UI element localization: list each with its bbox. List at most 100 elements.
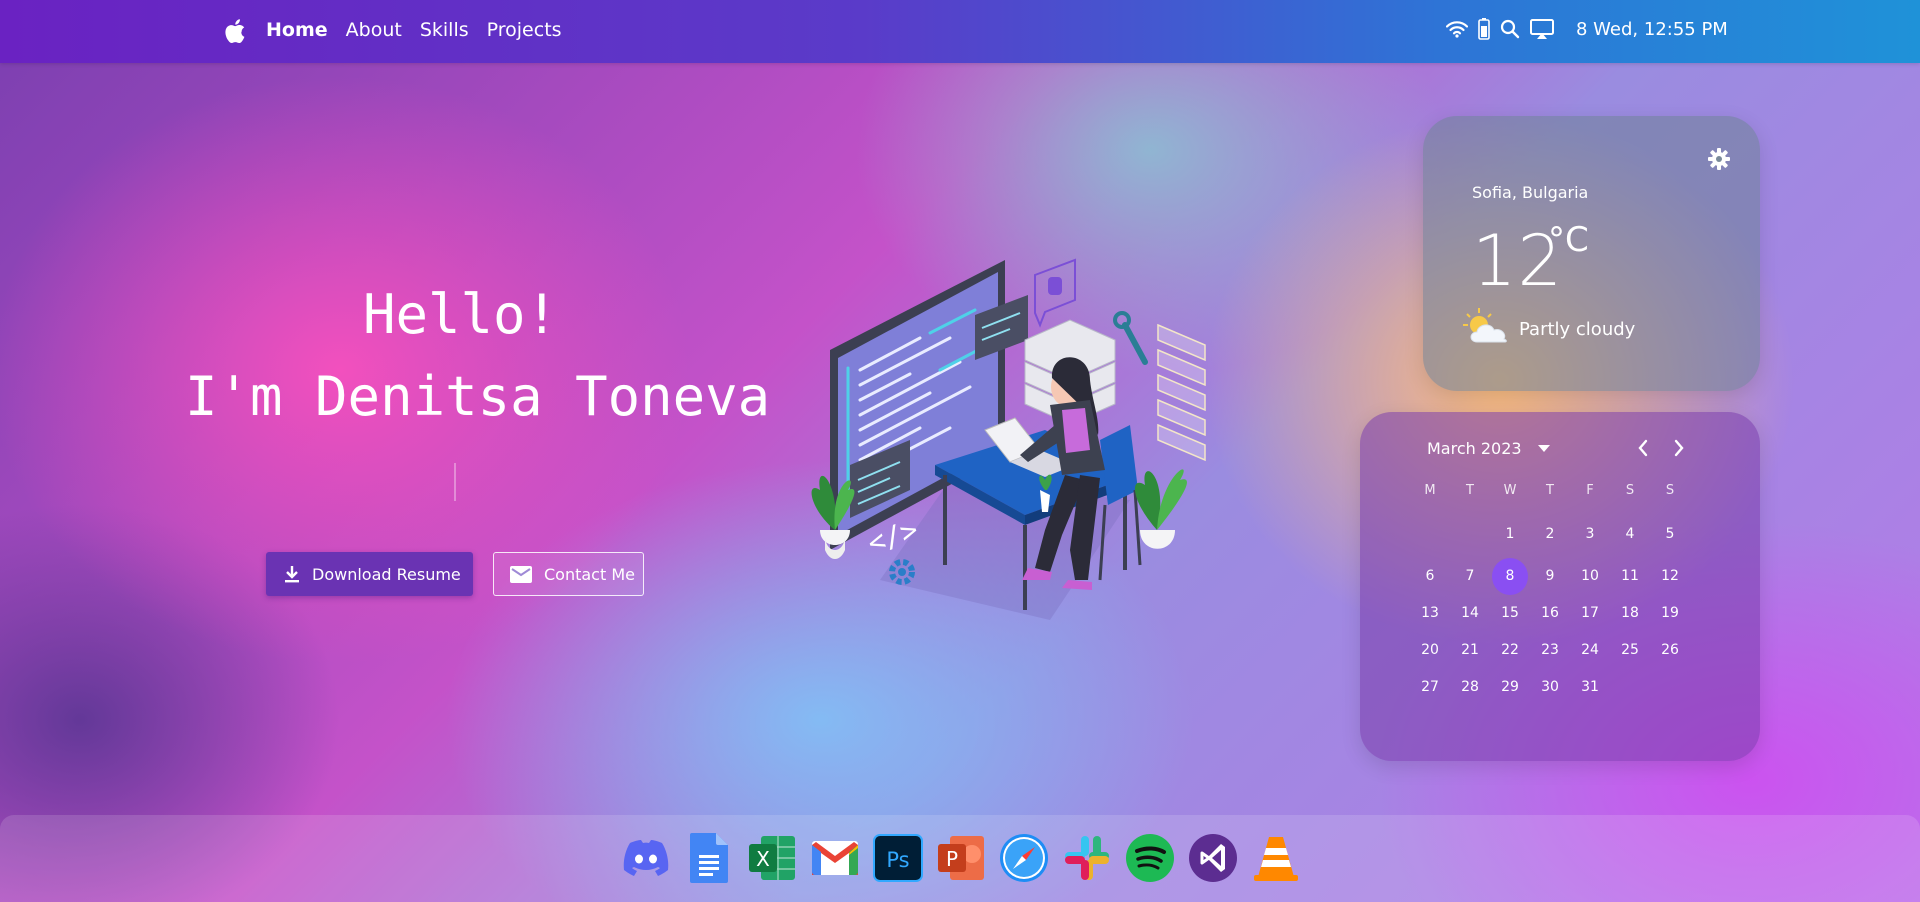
calendar-day[interactable]: 12 [1650, 558, 1690, 595]
calendar-week: 27 28 29 30 31 [1410, 669, 1690, 706]
photoshop-icon[interactable]: Ps [872, 832, 923, 883]
clock: 8 Wed, 12:55 PM [1576, 18, 1728, 40]
weekday-label: S [1665, 483, 1675, 498]
calendar-day[interactable]: 21 [1450, 632, 1490, 669]
calendar-day[interactable]: 27 [1410, 669, 1450, 706]
calendar-day[interactable]: 19 [1650, 595, 1690, 632]
contact-me-label: Contact Me [544, 564, 635, 584]
calendar-day[interactable]: 22 [1490, 632, 1530, 669]
weather-location: Sofia, Bulgaria [1472, 183, 1589, 202]
svg-text:X: X [756, 847, 770, 871]
weather-unit: °C [1548, 220, 1589, 260]
calendar-widget: March 2023 M T W T F S S 1 2 3 4 5 6 7 8… [1360, 412, 1760, 761]
dock-icons: X Ps P [620, 832, 1301, 883]
calendar-day[interactable]: 14 [1450, 595, 1490, 632]
chevron-right-icon[interactable] [1672, 438, 1686, 458]
calendar-day[interactable]: 20 [1410, 632, 1450, 669]
developer-illustration: </> [811, 258, 1206, 620]
calendar-day[interactable]: 1 [1490, 510, 1530, 558]
weather-condition: Partly cloudy [1519, 319, 1636, 340]
svg-text:Ps: Ps [886, 848, 909, 872]
vlc-icon[interactable] [1250, 832, 1301, 883]
calendar-day[interactable]: 26 [1650, 632, 1690, 669]
calendar-day[interactable]: 17 [1570, 595, 1610, 632]
calendar-day [1650, 669, 1690, 706]
calendar-day[interactable]: 2 [1530, 510, 1570, 558]
calendar-week: 20 21 22 23 24 25 26 [1410, 632, 1690, 669]
calendar-day[interactable]: 9 [1530, 558, 1570, 595]
caret-down-icon [1537, 444, 1550, 452]
calendar-day[interactable]: 25 [1610, 632, 1650, 669]
slack-icon[interactable] [1061, 832, 1112, 883]
download-resume-label: Download Resume [312, 564, 461, 584]
airplay-icon[interactable] [1530, 19, 1554, 39]
google-docs-icon[interactable] [683, 832, 734, 883]
nav-about[interactable]: About [346, 19, 402, 41]
typing-cursor [454, 463, 456, 501]
month-selector[interactable]: March 2023 [1427, 439, 1550, 458]
calendar-day[interactable]: 11 [1610, 558, 1650, 595]
top-menu-bar: Home About Skills Projects 8 Wed, 12:55 … [0, 0, 1920, 63]
status-area: 8 Wed, 12:55 PM [1446, 18, 1728, 40]
partly-cloudy-icon [1463, 308, 1507, 343]
calendar-day[interactable]: 30 [1530, 669, 1570, 706]
gmail-icon[interactable] [809, 832, 860, 883]
weekday-label: S [1625, 483, 1635, 498]
calendar-month-label: March 2023 [1427, 439, 1522, 458]
weekday-header: M T W T F S S [1410, 472, 1690, 510]
calendar-week: 1 2 3 4 5 [1410, 510, 1690, 558]
calendar-grid: M T W T F S S 1 2 3 4 5 6 7 8 9 10 11 12… [1410, 472, 1690, 706]
today-highlight: 8 [1492, 558, 1528, 595]
chevron-left-icon[interactable] [1636, 438, 1650, 458]
search-icon[interactable] [1500, 19, 1520, 39]
main-nav: Home About Skills Projects [266, 19, 562, 41]
calendar-day[interactable]: 16 [1530, 595, 1570, 632]
svg-text:P: P [945, 847, 957, 871]
weekday-label: F [1586, 483, 1594, 498]
calendar-day[interactable]: 6 [1410, 558, 1450, 595]
calendar-day[interactable]: 15 [1490, 595, 1530, 632]
discord-icon[interactable] [620, 832, 671, 883]
spotify-icon[interactable] [1124, 832, 1175, 883]
app-dock: X Ps P [0, 815, 1920, 902]
powerpoint-icon[interactable]: P [935, 832, 986, 883]
calendar-day[interactable]: 31 [1570, 669, 1610, 706]
nav-projects[interactable]: Projects [487, 19, 562, 41]
weather-widget: Sofia, Bulgaria 12 °C Partly cloudy [1423, 116, 1760, 391]
calendar-day[interactable]: 28 [1450, 669, 1490, 706]
download-icon [285, 566, 299, 583]
nav-skills[interactable]: Skills [420, 19, 469, 41]
calendar-day [1410, 510, 1450, 558]
weekday-label: W [1503, 483, 1517, 498]
calendar-day[interactable]: 13 [1410, 595, 1450, 632]
safari-icon[interactable] [998, 832, 1049, 883]
excel-icon[interactable]: X [746, 832, 797, 883]
weekday-label: M [1424, 483, 1436, 498]
calendar-day[interactable]: 3 [1570, 510, 1610, 558]
hero-name: I'm Denitsa Toneva [185, 365, 771, 428]
calendar-day[interactable]: 10 [1570, 558, 1610, 595]
mail-icon [510, 565, 532, 583]
calendar-week: 13 14 15 16 17 18 19 [1410, 595, 1690, 632]
calendar-day[interactable]: 4 [1610, 510, 1650, 558]
weekday-label: T [1546, 483, 1554, 498]
calendar-week: 6 7 8 9 10 11 12 [1410, 558, 1690, 595]
battery-icon[interactable] [1478, 18, 1490, 40]
calendar-day [1450, 510, 1490, 558]
calendar-day[interactable]: 24 [1570, 632, 1610, 669]
calendar-day[interactable]: 5 [1650, 510, 1690, 558]
calendar-day [1610, 669, 1650, 706]
settings-gear-icon[interactable] [1708, 148, 1730, 170]
nav-home[interactable]: Home [266, 19, 328, 41]
weekday-label: T [1466, 483, 1474, 498]
calendar-day-today[interactable]: 8 [1490, 558, 1530, 595]
calendar-day[interactable]: 29 [1490, 669, 1530, 706]
calendar-day[interactable]: 18 [1610, 595, 1650, 632]
apple-icon[interactable] [222, 17, 246, 45]
wifi-icon[interactable] [1446, 20, 1468, 38]
calendar-day[interactable]: 7 [1450, 558, 1490, 595]
calendar-day[interactable]: 23 [1530, 632, 1570, 669]
download-resume-button[interactable]: Download Resume [266, 552, 473, 596]
visual-studio-icon[interactable] [1187, 832, 1238, 883]
contact-me-button[interactable]: Contact Me [493, 552, 644, 596]
